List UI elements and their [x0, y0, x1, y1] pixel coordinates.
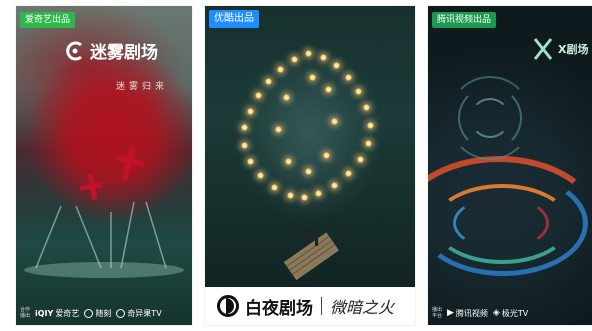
- poster-x-theater[interactable]: 腾讯视频出品 X剧场 播出平台 ▶ 腾讯视频 ◈ 极光TV: [428, 6, 592, 325]
- broadcast-label: 合作播出: [20, 307, 31, 319]
- poster-footer: 合作播出 iQIY 爱奇艺 随刻 奇异果TV: [20, 307, 188, 319]
- poster-footer: 播出平台 ▶ 腾讯视频 ◈ 极光TV: [432, 307, 588, 319]
- raft-illustration: [283, 228, 340, 281]
- iqiyi-logo-icon: iQIY: [35, 308, 54, 318]
- theater-brand-bar: 白夜剧场 微暗之火: [205, 287, 415, 325]
- theater-title: 白夜剧场: [245, 298, 313, 319]
- suike-logo-icon: [84, 308, 94, 318]
- platform-tencent-video: ▶ 腾讯视频: [447, 308, 488, 318]
- theater-title: X剧场: [558, 43, 589, 56]
- show-title: 微暗之火: [330, 298, 395, 317]
- poster-white-night-theater[interactable]: 优酷出品 白夜剧场 微暗之火: [205, 6, 415, 325]
- platform-iqiyi: iQIY 爱奇艺: [35, 308, 80, 318]
- divider: [321, 297, 322, 315]
- platform-qiyiguo: 奇异果TV: [116, 308, 162, 319]
- tencent-video-logo-icon: ▶: [447, 308, 454, 318]
- broadcast-label: 播出平台: [432, 307, 443, 319]
- qiyiguo-logo-icon: [116, 308, 126, 318]
- poster-mist-theater[interactable]: 爱奇艺出品 迷雾剧场 迷雾归来 合作播出 iQIY 爱奇艺 随刻 奇异果TV: [16, 6, 192, 325]
- x-logo-icon: [533, 38, 553, 60]
- platform-suike: 随刻: [84, 308, 111, 319]
- light-beams-illustration: [24, 145, 184, 278]
- white-night-logo-icon: [217, 295, 239, 317]
- producer-badge: 腾讯视频出品: [432, 12, 497, 28]
- jiguang-tv-logo-icon: ◈: [492, 308, 500, 318]
- theater-logo: X剧场: [532, 36, 588, 62]
- platform-jiguang-tv: ◈ 极光TV: [492, 308, 529, 318]
